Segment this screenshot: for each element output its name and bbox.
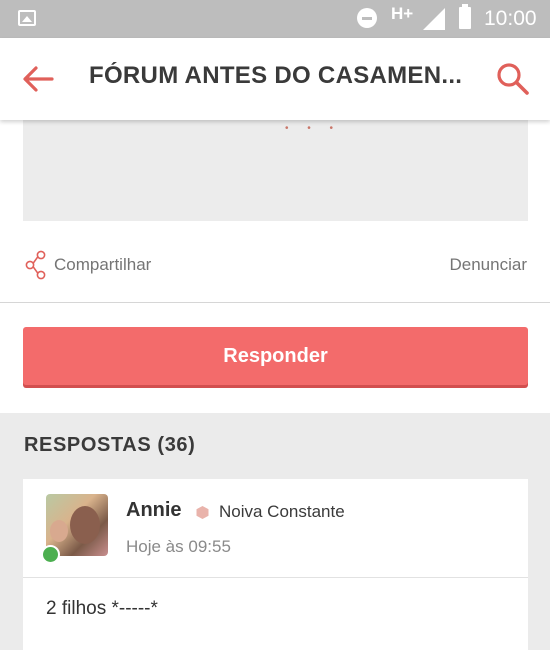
report-link[interactable]: Denunciar bbox=[450, 255, 528, 275]
signal-icon bbox=[423, 8, 445, 30]
hexagon-badge-icon bbox=[196, 506, 209, 519]
battery-icon bbox=[459, 4, 471, 29]
share-label: Compartilhar bbox=[54, 255, 152, 274]
reply-item: Annie Noiva Constante Hoje às 09:55 2 fi… bbox=[23, 479, 528, 650]
image-decoration: • • • bbox=[285, 123, 342, 134]
app-bar: FÓRUM ANTES DO CASAMEN... bbox=[0, 38, 550, 120]
network-type: H+ bbox=[391, 4, 414, 23]
online-status-indicator bbox=[41, 545, 60, 564]
search-icon[interactable] bbox=[496, 62, 530, 96]
reply-section: Responder bbox=[0, 303, 550, 413]
arrow-left-icon[interactable] bbox=[22, 65, 54, 93]
image-notification-icon bbox=[18, 10, 36, 26]
avatar-photo-detail bbox=[70, 506, 100, 544]
avatar-photo-detail bbox=[50, 520, 68, 542]
page-title: FÓRUM ANTES DO CASAMEN... bbox=[89, 62, 463, 89]
share-button[interactable]: Compartilhar bbox=[24, 250, 151, 280]
do-not-disturb-icon bbox=[357, 8, 377, 28]
post-card: • • • Compartilhar Denunciar bbox=[0, 120, 550, 302]
reply-body: 2 filhos *-----* bbox=[46, 598, 158, 619]
status-bar: H+ 10:00 bbox=[0, 0, 550, 38]
replies-header: RESPOSTAS (36) bbox=[24, 434, 196, 456]
reply-author[interactable]: Annie bbox=[126, 499, 182, 522]
reply-author-rank: Noiva Constante bbox=[219, 502, 345, 521]
status-time: 10:00 bbox=[484, 7, 537, 30]
share-icon bbox=[25, 250, 46, 280]
post-image[interactable]: • • • bbox=[23, 120, 528, 221]
reply-timestamp: Hoje às 09:55 bbox=[126, 537, 231, 556]
reply-button[interactable]: Responder bbox=[23, 327, 528, 385]
reply-divider bbox=[23, 577, 528, 578]
